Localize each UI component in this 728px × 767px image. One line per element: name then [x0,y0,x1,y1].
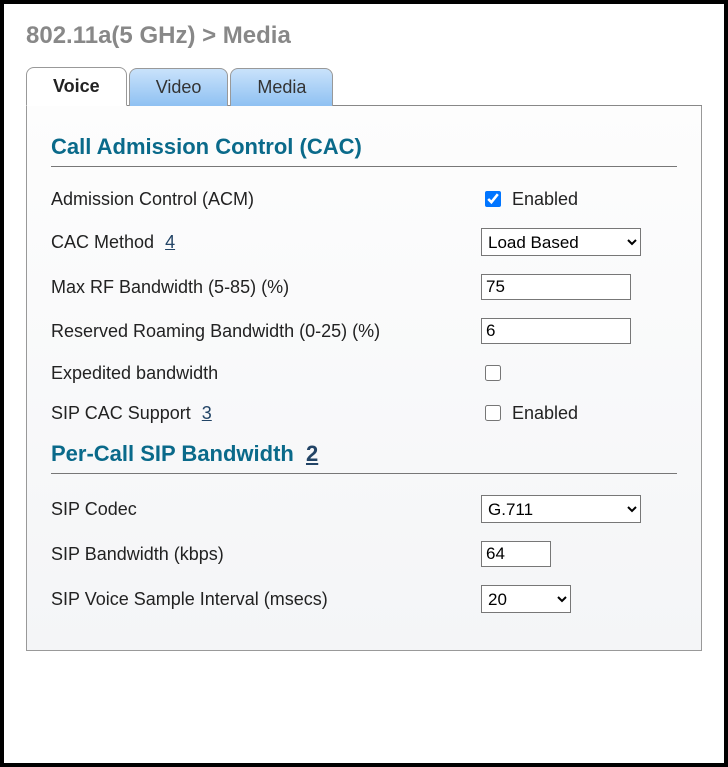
row-sip-bw: SIP Bandwidth (kbps) [51,532,677,576]
footnote-sip-cac[interactable]: 3 [202,403,212,423]
checkbox-acm-label: Enabled [512,189,578,210]
section-title-cac: Call Admission Control (CAC) [51,134,677,167]
input-reserved-roaming[interactable] [481,318,631,344]
label-sip-codec: SIP Codec [51,499,481,520]
footnote-cac-method[interactable]: 4 [165,232,175,252]
row-expedited: Expedited bandwidth [51,353,677,393]
checkbox-sip-cac[interactable] [485,405,501,421]
tab-voice[interactable]: Voice [26,67,127,106]
label-sip-cac: SIP CAC Support [51,403,191,423]
app-frame: 802.11a(5 GHz) > Media Voice Video Media… [0,0,728,767]
label-sip-interval: SIP Voice Sample Interval (msecs) [51,589,481,610]
checkbox-acm[interactable] [485,191,501,207]
select-cac-method[interactable]: Load Based [481,228,641,256]
label-expedited: Expedited bandwidth [51,363,481,384]
section-title-percall-text: Per-Call SIP Bandwidth [51,441,294,466]
footnote-percall[interactable]: 2 [306,441,318,466]
tab-panel-voice: Call Admission Control (CAC) Admission C… [26,106,702,651]
input-max-rf[interactable] [481,274,631,300]
tab-video[interactable]: Video [129,68,229,106]
row-max-rf: Max RF Bandwidth (5-85) (%) [51,265,677,309]
row-acm: Admission Control (ACM) Enabled [51,179,677,219]
breadcrumb: 802.11a(5 GHz) > Media [26,22,702,50]
row-cac-method: CAC Method 4 Load Based [51,219,677,265]
select-sip-interval[interactable]: 20 [481,585,571,613]
select-sip-codec[interactable]: G.711 [481,495,641,523]
tab-bar: Voice Video Media [26,66,702,106]
row-reserved-roaming: Reserved Roaming Bandwidth (0-25) (%) [51,309,677,353]
label-acm: Admission Control (ACM) [51,189,481,210]
row-sip-interval: SIP Voice Sample Interval (msecs) 20 [51,576,677,622]
tab-media[interactable]: Media [230,68,333,106]
row-sip-cac: SIP CAC Support 3 Enabled [51,393,677,433]
checkbox-expedited[interactable] [485,365,501,381]
input-sip-bw[interactable] [481,541,551,567]
label-sip-bw: SIP Bandwidth (kbps) [51,544,481,565]
section-title-percall: Per-Call SIP Bandwidth 2 [51,441,677,474]
label-reserved-roaming: Reserved Roaming Bandwidth (0-25) (%) [51,321,481,342]
section-title-cac-text: Call Admission Control (CAC) [51,134,362,159]
row-sip-codec: SIP Codec G.711 [51,486,677,532]
label-max-rf: Max RF Bandwidth (5-85) (%) [51,277,481,298]
checkbox-sip-cac-label: Enabled [512,403,578,424]
label-cac-method: CAC Method [51,232,154,252]
